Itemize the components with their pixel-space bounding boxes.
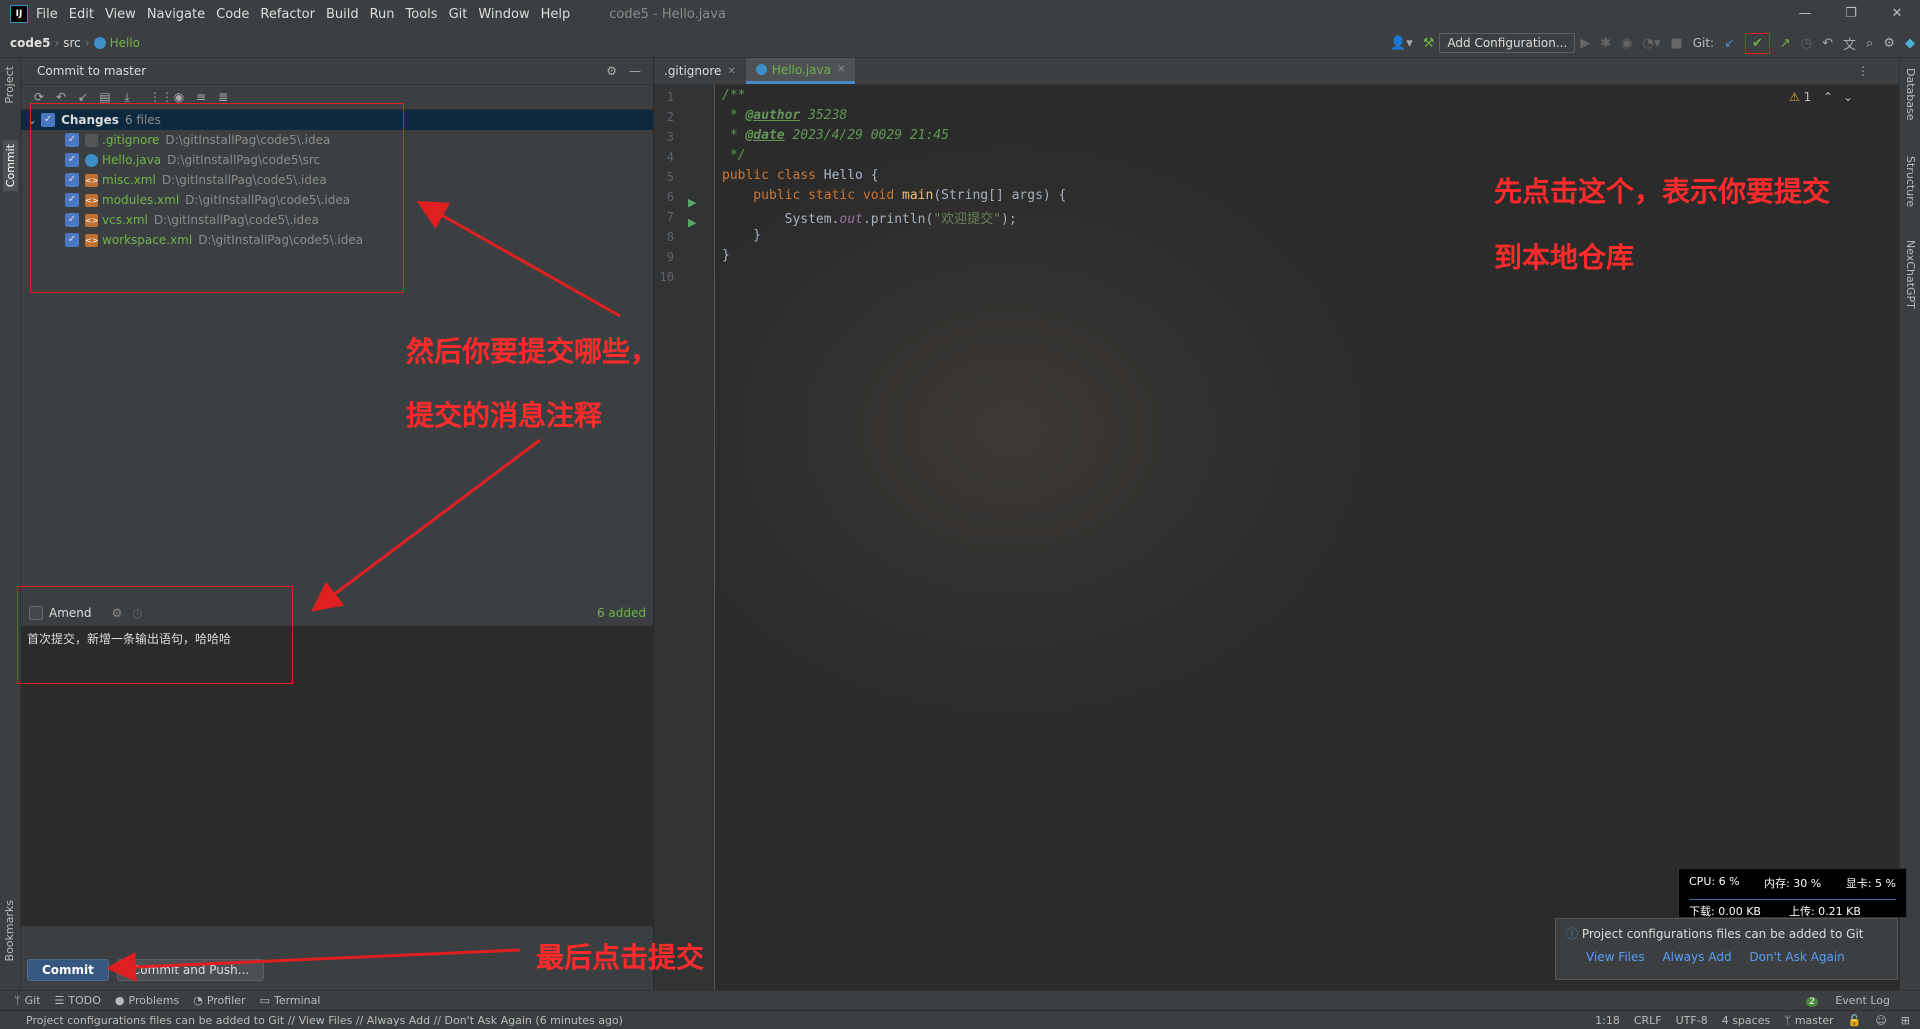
gpu-usage: 显卡: 5 % [1845, 877, 1896, 890]
tool-git[interactable]: Git [25, 994, 41, 1007]
annotation-arrows [106, 201, 621, 982]
cpu-usage: CPU: 6 % [1689, 875, 1740, 888]
always-add-link[interactable]: Always Add [1662, 950, 1731, 964]
dont-ask-again-link[interactable]: Don't Ask Again [1749, 950, 1844, 964]
caret-position[interactable]: 1:18 [1595, 1014, 1620, 1027]
arrow-to-message [311, 438, 541, 612]
arrow-to-commit [106, 948, 521, 982]
todo-icon: ☰ [54, 994, 65, 1007]
line-separator[interactable]: CRLF [1634, 1014, 1662, 1027]
power-save-icon[interactable]: ☺ [1875, 1014, 1886, 1027]
file-encoding[interactable]: UTF-8 [1676, 1014, 1708, 1027]
lock-icon[interactable]: 🔓 [1848, 1014, 1862, 1027]
git-tool-icon: ᛘ [14, 994, 21, 1007]
upload-speed: 上传: 0.21 KB [1788, 905, 1861, 918]
tool-terminal[interactable]: Terminal [274, 994, 321, 1007]
windows-icon: ⊞ [1900, 1013, 1910, 1027]
tool-problems[interactable]: Problems [129, 994, 180, 1007]
status-message[interactable]: Project configurations files can be adde… [26, 1014, 623, 1027]
status-bar: Project configurations files can be adde… [0, 1010, 1920, 1029]
arrow-to-files [416, 201, 621, 318]
terminal-icon: ▭ [259, 994, 270, 1007]
info-icon: ⓘ [1566, 927, 1579, 941]
event-count-badge: 2 [1806, 997, 1818, 1007]
git-branch-icon: ᛘ [1784, 1013, 1791, 1027]
indent-setting[interactable]: 4 spaces [1722, 1014, 1771, 1027]
bottom-tool-bar: ᛘ Git ☰ TODO ● Problems ◔ Profiler ▭ Terminal… [0, 990, 1920, 1010]
download-speed: 下载: 0.00 KB [1689, 905, 1761, 918]
memory-usage: 内存: 30 % [1764, 877, 1822, 890]
notification-text: Project configurations files can be adde… [1581, 927, 1864, 941]
event-log-button[interactable]: 2 Event Log [1792, 994, 1890, 1007]
tool-todo[interactable]: TODO [68, 994, 101, 1007]
view-files-link[interactable]: View Files [1586, 950, 1645, 964]
event-log-label: Event Log [1835, 994, 1890, 1007]
performance-widget: CPU: 6 % 内存: 30 % 显卡: 5 % 下载: 0.00 KB 上传… [1678, 868, 1907, 918]
problems-icon: ● [114, 994, 125, 1007]
git-branch[interactable]: master [1795, 1014, 1834, 1027]
profiler-icon: ◔ [193, 994, 203, 1007]
notification-balloon: ⓘ Project configurations files can be ad… [1555, 918, 1898, 980]
tool-profiler[interactable]: Profiler [207, 994, 246, 1007]
